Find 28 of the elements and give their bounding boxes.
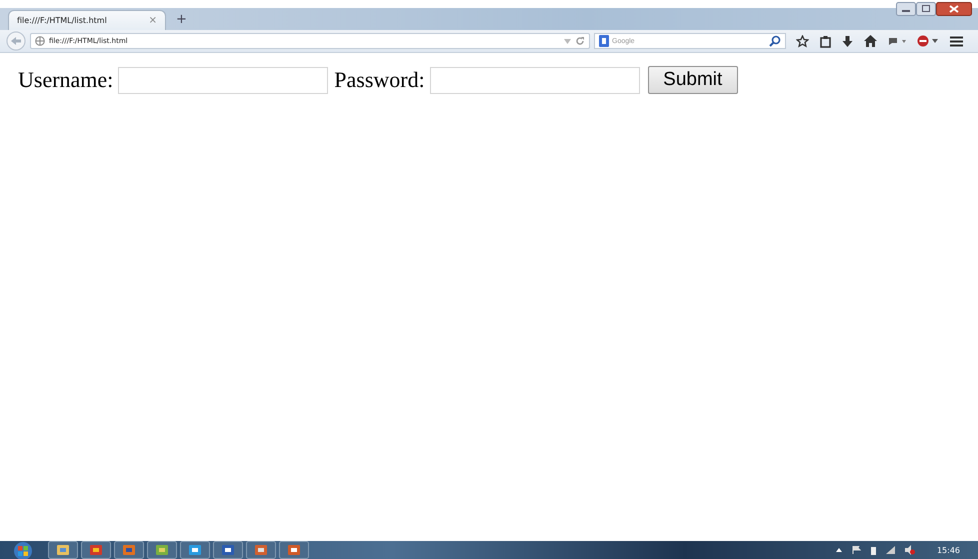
download-icon[interactable] [842,34,853,48]
new-tab-button[interactable]: + [176,12,187,27]
input-field[interactable] [118,66,328,94]
submit-button[interactable]: Submit [648,66,738,94]
volume-icon[interactable] [904,545,915,555]
tab-title: file:///F:/HTML/list.html [17,16,107,25]
chat-icon[interactable] [888,36,906,46]
battery-icon[interactable] [870,546,876,554]
input-field[interactable] [430,66,640,94]
signal-icon[interactable] [886,546,895,554]
close-icon[interactable] [936,2,972,16]
star-icon[interactable] [796,34,809,48]
flag-icon[interactable] [852,546,861,554]
clipboard-icon[interactable] [820,34,831,48]
minimize-icon[interactable] [896,2,916,16]
reload-icon[interactable] [575,36,585,46]
field-label: Username: [18,67,114,93]
globe-icon [35,36,45,46]
menu-icon[interactable] [950,36,963,46]
browser-tab[interactable]: file:///F:/HTML/list.html × [8,10,166,30]
home-icon[interactable] [864,35,877,47]
show-hidden-icon[interactable] [836,548,842,552]
adblock-icon[interactable] [917,35,939,47]
clock[interactable]: 15:46 [936,546,960,554]
field-label: Password: [334,67,425,93]
search-icon[interactable] [769,35,781,47]
search-engine-icon[interactable] [599,35,609,47]
maximize-icon[interactable] [916,2,936,16]
